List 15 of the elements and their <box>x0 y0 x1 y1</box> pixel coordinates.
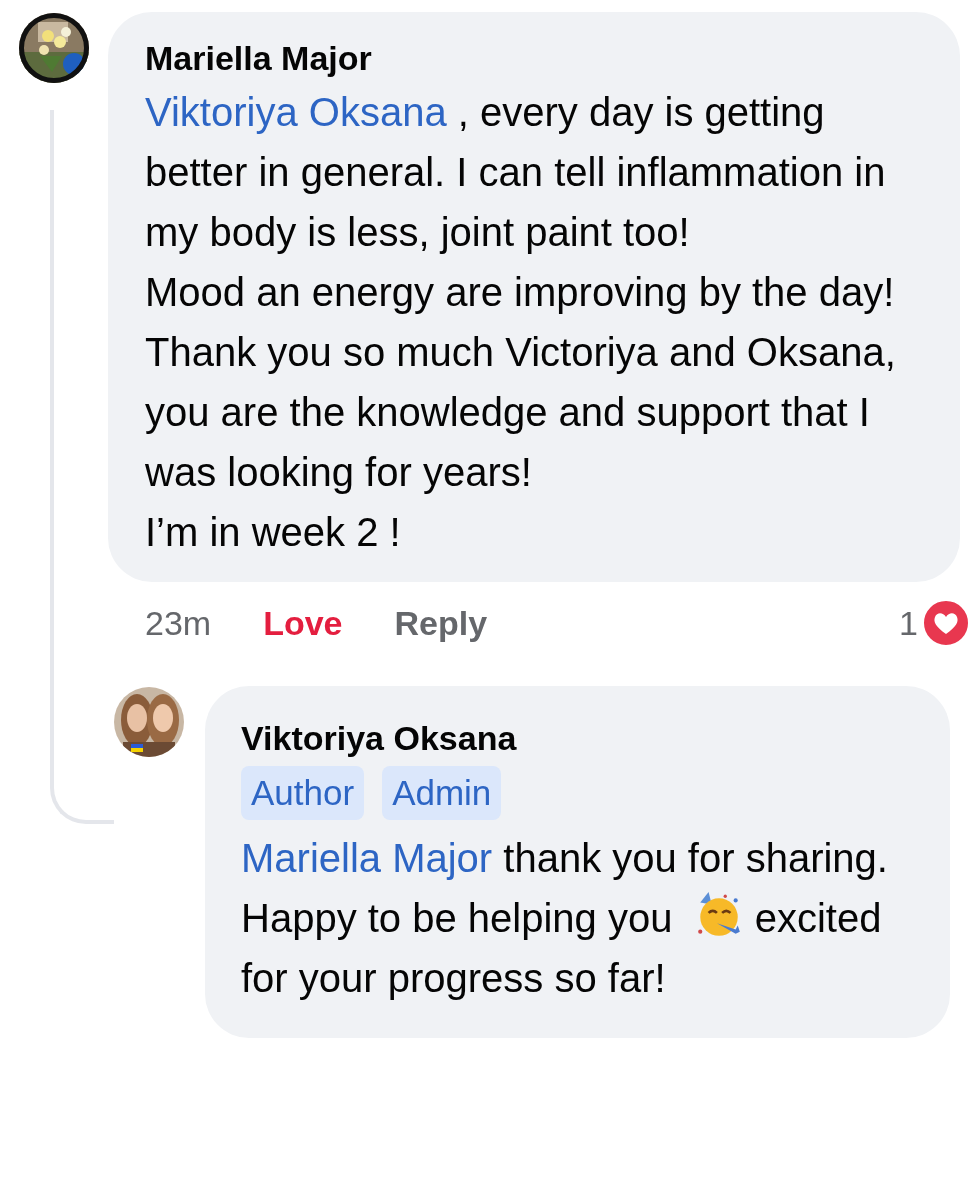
comment-text: I’m in week 2 ! <box>145 509 402 556</box>
mention-link[interactable]: Viktoriya Oksana <box>145 90 447 134</box>
timestamp: 23m <box>145 603 212 643</box>
comment-text: Viktoriya Oksana , every day is getting better in general. I can tell inflammation in my body is less, joint paint too! <box>145 89 887 256</box>
mention-link[interactable]: Mariella Major <box>241 836 493 880</box>
comment-text: Thank you so much Victoriya and Oksana, you are the knowledge and support that I was looking for years! <box>145 329 897 496</box>
love-button[interactable]: Love <box>263 603 343 643</box>
role-badge: Admin <box>382 766 502 820</box>
author-name[interactable]: Viktoriya Oksana <box>241 714 920 762</box>
comment-text: Mariella Major thank you for sharing. Happy to be helping you excited for your progress so far! <box>241 835 889 1002</box>
role-badge: Author <box>241 766 365 820</box>
reaction-count: 1 <box>899 603 918 643</box>
comment-text: Mood an energy are improving by the day! <box>145 269 896 316</box>
author-name[interactable]: Mariella Major <box>145 34 930 82</box>
reply-button[interactable]: Reply <box>394 603 488 643</box>
